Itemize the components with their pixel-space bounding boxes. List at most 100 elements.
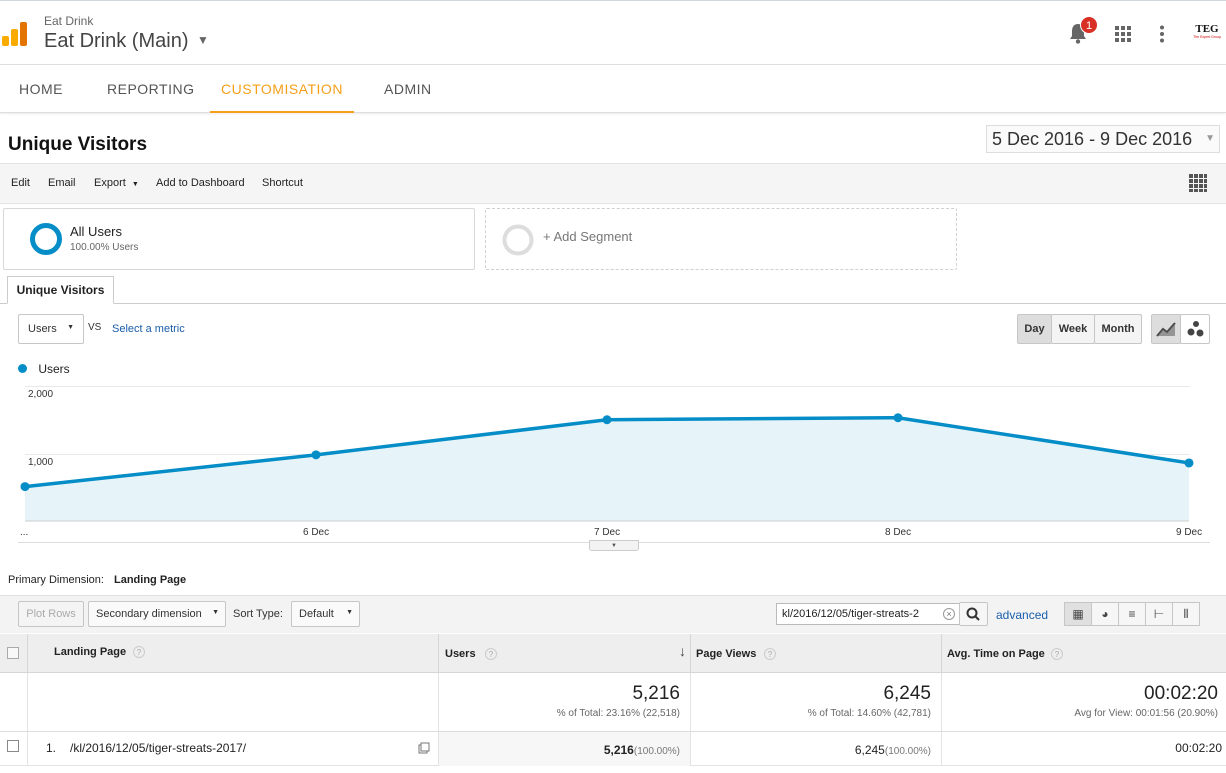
- table-row: 1. /kl/2016/12/05/tiger-streats-2017/ 5,…: [0, 732, 1226, 766]
- segment-label: All Users: [70, 224, 123, 239]
- users-line-chart: [20, 413, 1194, 522]
- tab-home[interactable]: HOME: [19, 65, 63, 113]
- data-point-0[interactable]: [20, 482, 30, 492]
- metric-select-value: Users: [28, 323, 57, 335]
- search-button[interactable]: [959, 602, 988, 626]
- analytics-logo-icon[interactable]: [2, 20, 28, 48]
- view-comparison-button[interactable]: ⊢: [1145, 602, 1173, 626]
- edit-button[interactable]: Edit: [11, 177, 30, 189]
- open-page-icon[interactable]: [418, 741, 430, 754]
- plot-rows-button[interactable]: Plot Rows: [18, 601, 84, 627]
- sort-type-value: Default: [299, 608, 334, 620]
- select-metric-link[interactable]: Select a metric: [112, 323, 185, 335]
- add-segment-button[interactable]: + Add Segment: [485, 208, 957, 270]
- notification-badge: 1: [1080, 16, 1098, 34]
- primary-dimension-label: Primary Dimension:: [8, 574, 104, 586]
- x-tick-label: 9 Dec: [1176, 527, 1203, 538]
- property-selector[interactable]: Eat Drink (Main) ▼: [44, 30, 209, 53]
- notifications-button[interactable]: 1: [1068, 16, 1098, 46]
- totals-users-cell: 5,216 % of Total: 23.16% (22,518): [439, 673, 691, 731]
- date-range-picker[interactable]: 5 Dec 2016 - 9 Dec 2016 ▼: [986, 125, 1220, 153]
- row-landing-page-link[interactable]: /kl/2016/12/05/tiger-streats-2017/: [70, 741, 246, 755]
- data-point-4[interactable]: [1184, 458, 1194, 468]
- add-to-dashboard-button[interactable]: Add to Dashboard: [156, 177, 245, 189]
- help-icon[interactable]: ?: [133, 646, 145, 658]
- column-header-page-views[interactable]: Page Views ?: [691, 634, 942, 672]
- metric-select[interactable]: Users ▼: [18, 314, 84, 344]
- totals-page-views-cell: 6,245 % of Total: 14.60% (42,781): [691, 673, 942, 731]
- totals-avg-time-cell: 00:02:20 Avg for View: 00:01:56 (20.90%): [942, 673, 1226, 731]
- view-performance-button[interactable]: ≡: [1118, 602, 1146, 626]
- help-icon[interactable]: ?: [764, 648, 776, 660]
- date-range-value: 5 Dec 2016 - 9 Dec 2016: [992, 129, 1193, 149]
- totals-label-cell: [28, 673, 439, 731]
- pivot-icon: ⦀: [1183, 607, 1189, 621]
- secondary-dimension-select[interactable]: Secondary dimension ▼: [88, 601, 226, 627]
- column-header-avg-time[interactable]: Avg. Time on Page ?: [942, 634, 1226, 672]
- view-pie-button[interactable]: ◕: [1091, 602, 1119, 626]
- tab-admin[interactable]: ADMIN: [384, 65, 432, 113]
- sort-arrow-down-icon: ↓: [679, 643, 686, 659]
- totals-empty-cell: [0, 673, 28, 731]
- email-button[interactable]: Email: [48, 177, 76, 189]
- top-bar: Eat Drink Eat Drink (Main) ▼ 1 TEG The E…: [0, 0, 1226, 65]
- report-grid-icon[interactable]: [1188, 173, 1208, 193]
- advanced-filter-link[interactable]: advanced: [996, 608, 1048, 622]
- table-view-icon: ▦: [1072, 607, 1084, 621]
- shortcut-button[interactable]: Shortcut: [262, 177, 303, 189]
- export-label: Export: [94, 177, 126, 189]
- chevron-down-icon: ▼: [197, 33, 209, 47]
- legend-dot-icon: [18, 364, 27, 373]
- column-header-landing-page[interactable]: Landing Page ?: [28, 634, 439, 672]
- clear-search-icon[interactable]: ×: [943, 608, 955, 620]
- account-name: Eat Drink: [44, 14, 94, 28]
- tab-explorer-unique-visitors[interactable]: Unique Visitors: [7, 276, 114, 304]
- tab-customisation[interactable]: CUSTOMISATION: [210, 65, 354, 113]
- x-tick-label: 8 Dec: [885, 527, 912, 538]
- column-header-users[interactable]: Users ? ↓: [439, 634, 691, 672]
- help-icon[interactable]: ?: [1051, 648, 1063, 660]
- row-page-views-pct: (100.00%): [884, 746, 931, 757]
- users-area-fill: [25, 417, 1189, 521]
- table-search-input[interactable]: kl/2016/12/05/tiger-streats-2 ×: [776, 603, 960, 625]
- tab-strip-line: [0, 303, 1226, 304]
- tab-reporting[interactable]: REPORTING: [107, 65, 194, 113]
- select-all-checkbox[interactable]: [7, 647, 19, 659]
- column-header-label: Users: [445, 648, 476, 660]
- line-chart-button[interactable]: [1151, 314, 1181, 344]
- view-table-button[interactable]: ▦: [1064, 602, 1092, 626]
- page-title: Unique Visitors: [8, 134, 148, 155]
- primary-dimension-value[interactable]: Landing Page: [114, 574, 186, 586]
- total-avg-time-sub: Avg for View: 00:01:56 (20.90%): [1074, 708, 1218, 719]
- secondary-dimension-label: Secondary dimension: [96, 608, 202, 620]
- bubble-chart-icon: [1187, 321, 1204, 337]
- row-page-views-cell: 6,245(100.00%): [691, 732, 942, 766]
- apps-grid-icon[interactable]: [1115, 26, 1131, 42]
- chevron-down-icon: ▼: [67, 324, 74, 331]
- x-tick-label: 7 Dec: [594, 527, 621, 538]
- row-users-pct: (100.00%): [633, 746, 680, 757]
- period-week-button[interactable]: Week: [1051, 314, 1095, 344]
- motion-chart-button[interactable]: [1180, 314, 1210, 344]
- row-avg-time-value: 00:02:20: [1175, 741, 1222, 755]
- period-month-button[interactable]: Month: [1094, 314, 1142, 344]
- plot-rows-label: Plot Rows: [26, 608, 76, 620]
- data-point-1[interactable]: [311, 450, 321, 460]
- help-icon[interactable]: ?: [485, 648, 497, 660]
- legend-label-users: Users: [38, 362, 70, 376]
- sort-type-select[interactable]: Default ▼: [291, 601, 360, 627]
- chart-collapse-handle[interactable]: ▼: [589, 540, 639, 551]
- account-logo[interactable]: TEG The Expert Group: [1190, 23, 1224, 45]
- more-vert-icon[interactable]: [1158, 25, 1166, 43]
- export-button[interactable]: Export ▼: [94, 177, 139, 189]
- period-week-label: Week: [1058, 323, 1088, 335]
- period-day-button[interactable]: Day: [1017, 314, 1052, 344]
- total-avg-time-value: 00:02:20: [1144, 683, 1218, 704]
- data-point-2[interactable]: [602, 415, 612, 425]
- line-chart-icon: [1156, 322, 1176, 337]
- row-checkbox[interactable]: [7, 740, 19, 752]
- data-point-3[interactable]: [893, 413, 903, 423]
- comparison-icon: ⊢: [1153, 607, 1165, 621]
- segment-all-users[interactable]: All Users 100.00% Users: [3, 208, 475, 270]
- view-pivot-button[interactable]: ⦀: [1172, 602, 1200, 626]
